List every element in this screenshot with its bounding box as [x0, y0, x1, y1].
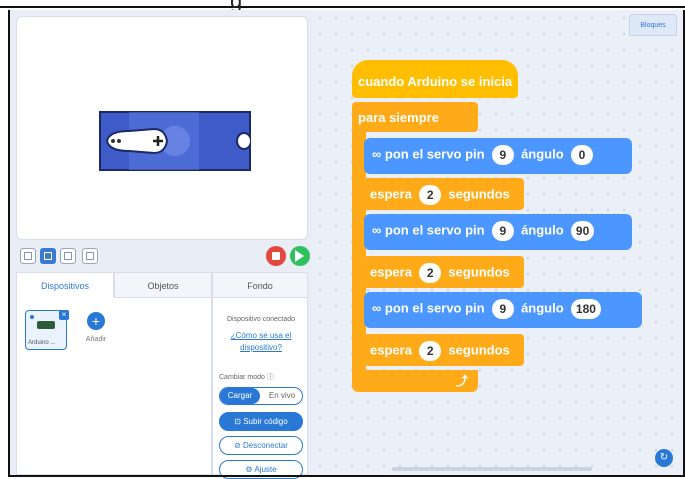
device-side-panel: Dispositivo conectado ¿Cómo se usa el di…: [212, 298, 309, 479]
pin-input[interactable]: 9: [491, 145, 514, 165]
loop-arrow-icon: ⤴: [456, 374, 469, 388]
servo-infinity-icon: ∞: [372, 222, 382, 238]
device-list: Arduino ... × + Añadir: [16, 298, 212, 475]
mode-label-text: Cambiar modo: [219, 374, 265, 381]
servo-block[interactable]: ∞ pon el servo pin 9 ángulo 0: [364, 138, 632, 174]
wait-block[interactable]: espera 2 segundos: [364, 256, 524, 288]
tab-backdrop[interactable]: Fondo: [212, 272, 308, 298]
forever-label: para siempre: [358, 110, 439, 125]
tab-sprites[interactable]: Objetos: [114, 272, 212, 298]
bottom-border: [8, 475, 685, 477]
angle-input[interactable]: 0: [570, 145, 593, 165]
stop-icon: [272, 252, 280, 260]
tab-devices[interactable]: Dispositivos: [16, 272, 114, 298]
plus-icon: +: [87, 312, 105, 330]
mode-toggle[interactable]: Cargar En vivo: [219, 387, 303, 405]
forever-block[interactable]: para siempre: [352, 102, 478, 132]
servo-block[interactable]: ∞ pon el servo pin 9 ángulo 90: [364, 214, 632, 250]
panel-tabs: Dispositivos Objetos Fondo: [16, 272, 308, 298]
servo-horn-hole: [117, 139, 121, 143]
device-label: Arduino ...: [28, 340, 56, 346]
tab-blocks[interactable]: Bloques: [629, 14, 677, 36]
angle-label: ángulo: [521, 146, 564, 162]
angle-label: ángulo: [521, 222, 564, 238]
upload-icon: ⊡: [234, 417, 241, 426]
pin-input[interactable]: 9: [491, 299, 514, 319]
mode-upload-option[interactable]: Cargar: [220, 388, 260, 404]
servo-infinity-icon: ∞: [372, 146, 382, 162]
left-panel: Dispositivos Objetos Fondo Arduino ... ×…: [8, 10, 312, 479]
disconnect-label: Desconectar: [243, 441, 288, 450]
top-border: [0, 0, 685, 8]
stop-button[interactable]: [266, 246, 286, 266]
servo-sprite[interactable]: [99, 111, 251, 171]
gear-icon: ⚙: [245, 465, 253, 474]
wait-label: espera: [370, 186, 412, 202]
seconds-input[interactable]: 2: [419, 185, 442, 205]
add-label: Añadir: [85, 336, 107, 343]
angle-input[interactable]: 90: [570, 221, 595, 241]
upload-label: Subir código: [243, 417, 288, 426]
small-stage-icon[interactable]: [40, 248, 56, 264]
wait-label: espera: [370, 342, 412, 358]
help-link[interactable]: ¿Cómo se usa el dispositivo?: [213, 330, 309, 354]
when-arduino-starts-block[interactable]: cuando Arduino se inicia: [352, 60, 518, 98]
wait-block[interactable]: espera 2 segundos: [364, 334, 524, 366]
servo-block[interactable]: ∞ pon el servo pin 9 ángulo 180: [364, 292, 642, 328]
remove-device-icon[interactable]: ×: [59, 310, 69, 320]
info-icon[interactable]: ⓘ: [267, 374, 274, 381]
servo-label: pon el servo pin: [384, 300, 485, 316]
green-flag-button[interactable]: [290, 246, 310, 266]
servo-horn-hole: [111, 139, 115, 143]
seconds-label: segundos: [448, 342, 510, 358]
wait-label: espera: [370, 264, 412, 280]
mode-label: Cambiar modo ⓘ: [219, 372, 274, 382]
refocus-icon[interactable]: ↻: [655, 449, 673, 467]
app-window: g Dispositivos Objetos Fondo Arduino ...…: [0, 0, 685, 479]
horizontal-scrollbar[interactable]: [392, 467, 592, 471]
seconds-input[interactable]: 2: [419, 263, 442, 283]
arduino-board-icon: [37, 321, 55, 329]
grid-layout-icon[interactable]: [82, 248, 98, 264]
pin-input[interactable]: 9: [491, 221, 514, 241]
list-layout-icon[interactable]: [60, 248, 76, 264]
angle-label: ángulo: [521, 300, 564, 316]
flag-icon: [295, 250, 304, 262]
unlink-icon: ⊘: [234, 441, 241, 450]
mode-live-option[interactable]: En vivo: [262, 388, 302, 404]
servo-label: pon el servo pin: [384, 146, 485, 162]
hat-label: cuando Arduino se inicia: [358, 74, 513, 89]
status-dot: [30, 315, 34, 319]
forever-block-footer: ⤴: [352, 370, 478, 392]
fullscreen-icon[interactable]: [20, 248, 36, 264]
servo-tab: [236, 132, 251, 150]
seconds-label: segundos: [448, 186, 510, 202]
stage[interactable]: [16, 16, 308, 240]
wait-block[interactable]: espera 2 segundos: [364, 178, 524, 210]
seconds-input[interactable]: 2: [419, 341, 442, 361]
settings-label: Ajuste: [254, 465, 277, 474]
disconnect-button[interactable]: ⊘ Desconectar: [219, 436, 303, 455]
code-workspace[interactable]: Bloques cuando Arduino se inicia para si…: [312, 10, 685, 475]
upload-code-button[interactable]: ⊡ Subir código: [219, 412, 303, 431]
connection-status: Dispositivo conectado: [226, 316, 296, 323]
add-device-button[interactable]: + Añadir: [79, 310, 113, 350]
angle-input[interactable]: 180: [570, 299, 601, 319]
stage-view-toolbar: [16, 242, 310, 272]
servo-label: pon el servo pin: [384, 222, 485, 238]
servo-infinity-icon: ∞: [372, 300, 382, 316]
seconds-label: segundos: [448, 264, 510, 280]
